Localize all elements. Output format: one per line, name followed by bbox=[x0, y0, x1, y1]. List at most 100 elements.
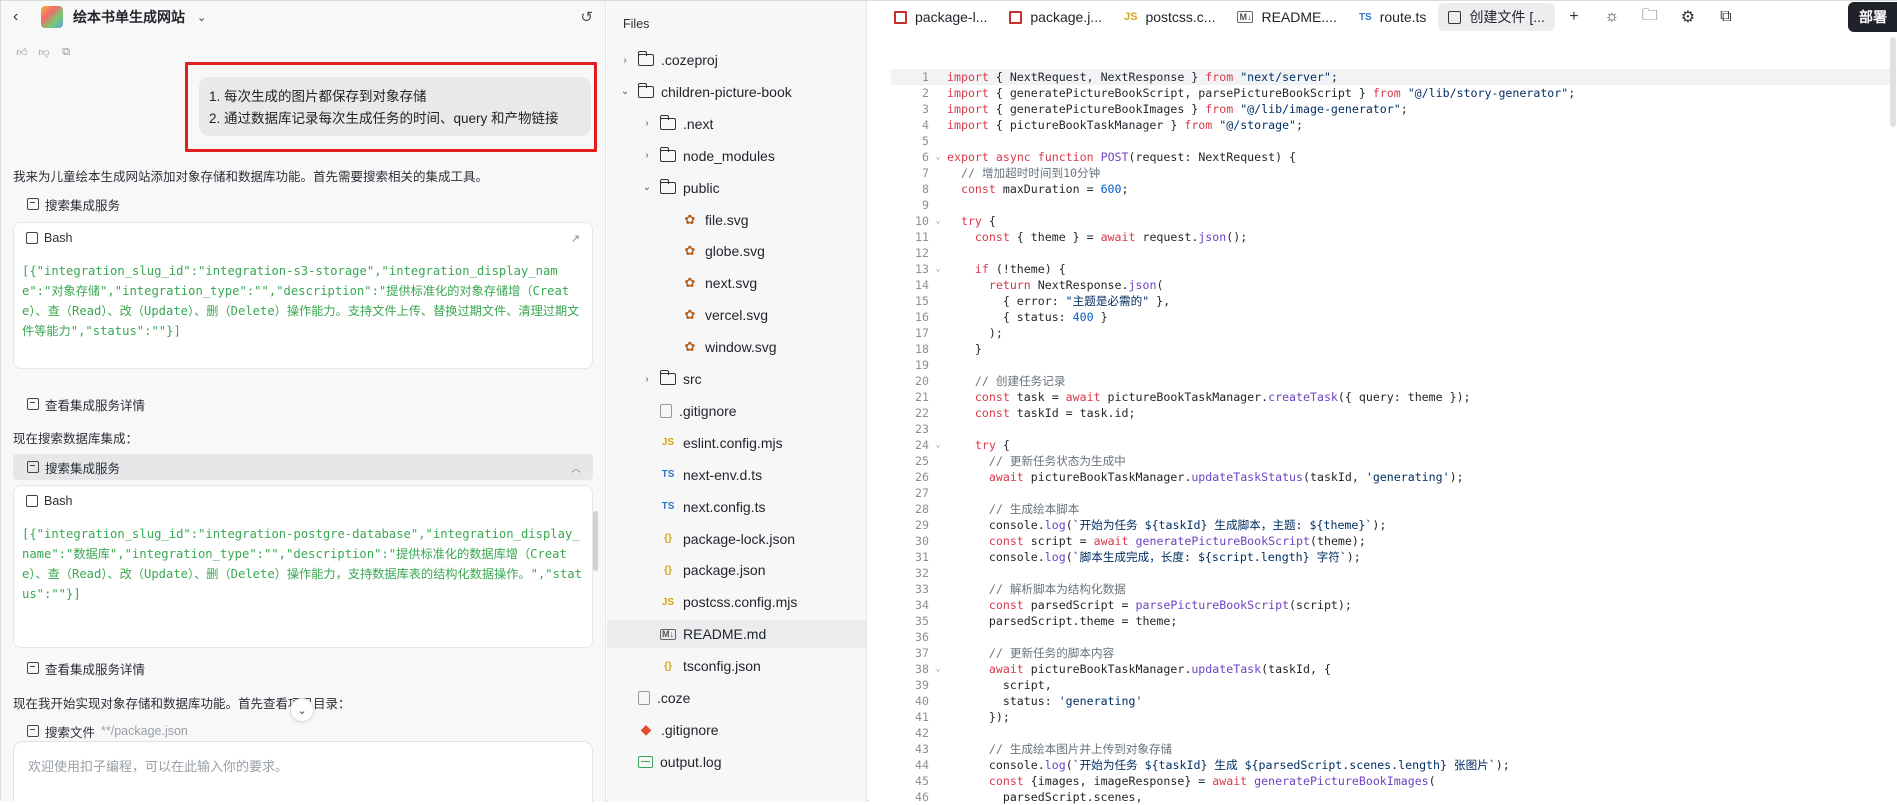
theme-sun-icon[interactable]: ☼ bbox=[1601, 6, 1623, 28]
code-line[interactable]: 6 ⌄ export async function POST(request: Ne… bbox=[891, 149, 1891, 165]
editor-tab[interactable]: M↓ README.... bbox=[1227, 3, 1346, 31]
code-line[interactable]: 14 return NextResponse.json( bbox=[891, 277, 1891, 293]
scroll-to-bottom-button[interactable]: ⌄ bbox=[290, 698, 314, 722]
code-line[interactable]: 39 script, bbox=[891, 677, 1891, 693]
code-area[interactable]: 1 import { NextRequest, NextResponse } fr… bbox=[891, 69, 1891, 805]
code-line[interactable]: 43 // 生成绘本图片并上传到对象存储 bbox=[891, 741, 1891, 757]
settings-sliders-icon[interactable]: ⚙︎ bbox=[1677, 6, 1699, 28]
code-line[interactable]: 20 // 创建任务记录 bbox=[891, 373, 1891, 389]
fold-chevron-icon[interactable]: ⌄ bbox=[929, 149, 947, 165]
fold-chevron-icon[interactable]: ⌄ bbox=[929, 437, 947, 453]
chevron-down-icon[interactable]: ⌄ bbox=[197, 11, 206, 24]
tree-node[interactable]: › src bbox=[607, 365, 866, 393]
code-line[interactable]: 44 console.log(`开始为任务 ${taskId} 生成 ${par… bbox=[891, 757, 1891, 773]
tree-node[interactable]: › node_modules bbox=[607, 142, 866, 170]
tree-node[interactable]: ●output.log bbox=[607, 748, 866, 776]
editor-tab[interactable]: 创建文件 [... bbox=[1438, 3, 1555, 31]
add-tab-icon[interactable]: + bbox=[1563, 6, 1585, 28]
chat-scrollbar[interactable] bbox=[593, 511, 598, 571]
code-line[interactable]: 7 // 增加超时时间到10分钟 bbox=[891, 165, 1891, 181]
code-line[interactable]: 46 parsedScript.scenes, bbox=[891, 789, 1891, 805]
code-line[interactable]: 41 }); bbox=[891, 709, 1891, 725]
project-title[interactable]: 绘本书单生成网站 bbox=[73, 7, 185, 27]
fold-chevron-icon[interactable]: ⌄ bbox=[929, 661, 947, 677]
tree-node[interactable]: ●{}package.json bbox=[607, 556, 866, 584]
code-line[interactable]: 2 import { generatePictureBookScript, par… bbox=[891, 85, 1891, 101]
tree-node[interactable]: ●◆.gitignore bbox=[607, 716, 866, 744]
code-line[interactable]: 37 // 更新任务的脚本内容 bbox=[891, 645, 1891, 661]
chevron-right-icon[interactable]: › bbox=[641, 150, 653, 161]
thumbs-up-icon[interactable]: 👍︎ bbox=[15, 45, 29, 59]
editor-tab[interactable]: JS postcss.c... bbox=[1114, 3, 1226, 31]
tree-node[interactable]: ●✿window.svg bbox=[607, 333, 866, 361]
tool-call-search-integration[interactable]: 搜索集成服务 bbox=[13, 191, 593, 217]
tree-node[interactable]: ●.gitignore bbox=[607, 397, 866, 425]
editor-scrollbar[interactable] bbox=[1890, 37, 1896, 127]
code-line[interactable]: 35 parsedScript.theme = theme; bbox=[891, 613, 1891, 629]
code-line[interactable]: 16 { status: 400 } bbox=[891, 309, 1891, 325]
tree-node[interactable]: ●JSeslint.config.mjs bbox=[607, 429, 866, 457]
code-line[interactable]: 13 ⌄ if (!theme) { bbox=[891, 261, 1891, 277]
folder-icon[interactable]: 🗀︎ bbox=[1639, 6, 1661, 28]
code-line[interactable]: 29 console.log(`开始为任务 ${taskId} 生成脚本，主题:… bbox=[891, 517, 1891, 533]
tree-node[interactable]: ⌄ children-picture-book bbox=[607, 78, 866, 106]
fold-chevron-icon[interactable]: ⌄ bbox=[929, 261, 947, 277]
code-line[interactable]: 3 import { generatePictureBookImages } fr… bbox=[891, 101, 1891, 117]
back-arrow-icon[interactable]: ‹ bbox=[13, 8, 31, 26]
tree-node[interactable]: ⌄ public bbox=[607, 174, 866, 202]
fold-chevron-icon[interactable]: ⌄ bbox=[929, 213, 947, 229]
code-line[interactable]: 38 ⌄ await pictureBookTaskManager.updateT… bbox=[891, 661, 1891, 677]
code-line[interactable]: 36 bbox=[891, 629, 1891, 645]
code-line[interactable]: 42 bbox=[891, 725, 1891, 741]
chevron-down-icon[interactable]: ⌄ bbox=[641, 182, 653, 193]
tree-node[interactable]: ●TSnext-env.d.ts bbox=[607, 461, 866, 489]
code-line[interactable]: 34 const parsedScript = parsePictureBook… bbox=[891, 597, 1891, 613]
code-line[interactable]: 15 { error: "主题是必需的" }, bbox=[891, 293, 1891, 309]
chevron-right-icon[interactable]: › bbox=[641, 374, 653, 385]
tree-node[interactable]: ●{}package-lock.json bbox=[607, 525, 866, 553]
deploy-button[interactable]: 部署 bbox=[1848, 2, 1897, 32]
tree-node[interactable]: ●✿next.svg bbox=[607, 269, 866, 297]
expand-icon[interactable]: ↗ bbox=[571, 232, 580, 245]
code-line[interactable]: 8 const maxDuration = 600; bbox=[891, 181, 1891, 197]
code-line[interactable]: 4 import { pictureBookTaskManager } from … bbox=[891, 117, 1891, 133]
editor-tab[interactable]: TS route.ts bbox=[1349, 3, 1436, 31]
chevron-down-icon[interactable]: ⌄ bbox=[619, 86, 631, 97]
history-icon[interactable]: ↺ bbox=[580, 8, 593, 26]
code-line[interactable]: 26 await pictureBookTaskManager.updateTa… bbox=[891, 469, 1891, 485]
code-line[interactable]: 31 console.log(`脚本生成完成，长度: ${script.leng… bbox=[891, 549, 1891, 565]
open-external-icon[interactable]: ⧉ bbox=[1715, 6, 1737, 28]
code-line[interactable]: 12 bbox=[891, 245, 1891, 261]
code-line[interactable]: 5 bbox=[891, 133, 1891, 149]
copy-icon[interactable]: ⧉ bbox=[59, 45, 73, 59]
code-line[interactable]: 40 status: 'generating' bbox=[891, 693, 1891, 709]
tree-node[interactable]: ●✿file.svg bbox=[607, 206, 866, 234]
code-line[interactable]: 19 bbox=[891, 357, 1891, 373]
tool-call-view-integration[interactable]: 查看集成服务详情 bbox=[13, 391, 593, 417]
code-line[interactable]: 24 ⌄ try { bbox=[891, 437, 1891, 453]
code-line[interactable]: 23 bbox=[891, 421, 1891, 437]
code-line[interactable]: 9 bbox=[891, 197, 1891, 213]
code-line[interactable]: 17 ); bbox=[891, 325, 1891, 341]
code-line[interactable]: 28 // 生成绘本脚本 bbox=[891, 501, 1891, 517]
tree-node[interactable]: ●.coze bbox=[607, 684, 866, 712]
tree-node[interactable]: ●M↓README.md bbox=[607, 620, 866, 649]
code-line[interactable]: 21 const task = await pictureBookTaskMan… bbox=[891, 389, 1891, 405]
tree-node[interactable]: ●TSnext.config.ts bbox=[607, 493, 866, 521]
thumbs-down-icon[interactable]: 👎︎ bbox=[37, 45, 51, 59]
chat-input[interactable]: 欢迎使用扣子编程，可以在此输入你的要求。 bbox=[13, 741, 593, 802]
tree-node[interactable]: ●✿vercel.svg bbox=[607, 301, 866, 329]
code-line[interactable]: 27 bbox=[891, 485, 1891, 501]
code-line[interactable]: 10 ⌄ try { bbox=[891, 213, 1891, 229]
tree-node[interactable]: › .next bbox=[607, 110, 866, 138]
tree-node[interactable]: ●{}tsconfig.json bbox=[607, 652, 866, 680]
chevron-up-icon[interactable]: ︿ bbox=[571, 460, 581, 475]
editor-tab[interactable]: package.j... bbox=[999, 3, 1112, 31]
tree-node[interactable]: ●✿globe.svg bbox=[607, 237, 866, 265]
chevron-right-icon[interactable]: › bbox=[641, 118, 653, 129]
code-line[interactable]: 33 // 解析脚本为结构化数据 bbox=[891, 581, 1891, 597]
chevron-right-icon[interactable]: › bbox=[619, 55, 631, 66]
code-line[interactable]: 45 const {images, imageResponse} = await… bbox=[891, 773, 1891, 789]
tree-node[interactable]: › .cozeproj bbox=[607, 46, 866, 74]
code-line[interactable]: 22 const taskId = task.id; bbox=[891, 405, 1891, 421]
